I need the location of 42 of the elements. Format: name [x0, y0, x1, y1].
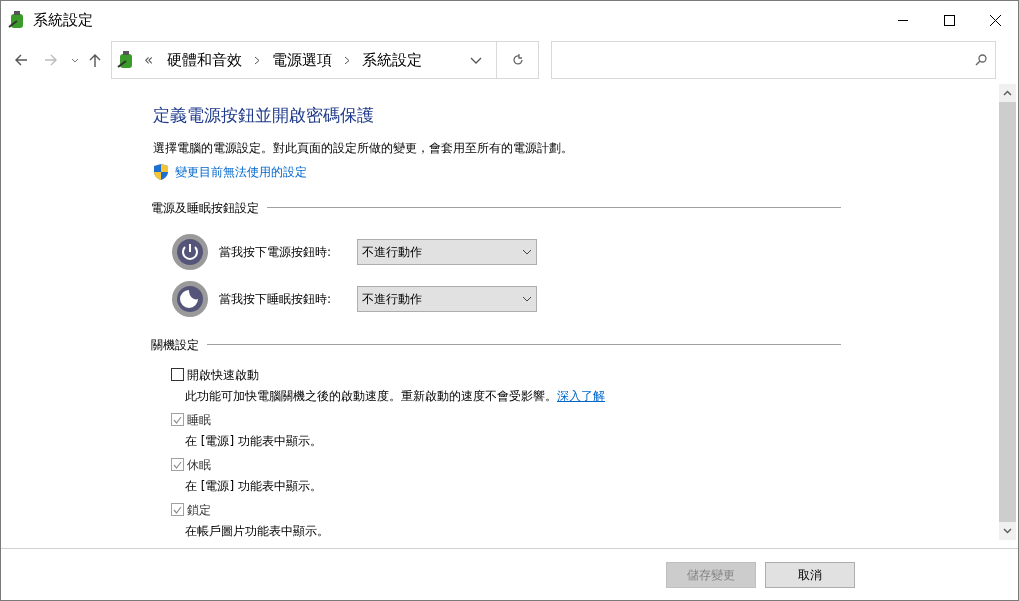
scroll-down-icon[interactable] [1003, 528, 1012, 534]
search-icon[interactable] [975, 54, 987, 66]
scroll-up-icon[interactable] [1003, 90, 1012, 96]
caret-icon [522, 248, 532, 255]
chevron-icon[interactable] [344, 55, 351, 65]
admin-settings-link[interactable]: 變更目前無法使用的設定 [175, 162, 307, 181]
option-label: 開啟快速啟動 [187, 366, 259, 384]
sleep-icon [171, 279, 209, 318]
page-heading: 定義電源按鈕並開啟密碼保護 [153, 104, 375, 127]
cancel-button[interactable]: 取消 [765, 561, 855, 588]
shield-icon [153, 162, 169, 181]
breadcrumb[interactable]: 硬體和音效 [163, 48, 247, 72]
option-label: 睡眠 [187, 411, 211, 429]
back-arrow-icon[interactable] [15, 54, 28, 66]
recent-dropdown-icon[interactable] [71, 57, 79, 63]
refresh-icon[interactable] [511, 54, 524, 66]
caret-icon [522, 295, 532, 302]
button-action-label: 當我按下電源按鈕時: [219, 243, 333, 261]
up-arrow-icon[interactable] [89, 53, 101, 67]
option-label: 鎖定 [187, 501, 211, 519]
description-text: 選擇電腦的電源設定。對此頁面的設定所做的變更，會套用至所有的電源計劃。 [153, 139, 574, 157]
dropdown-icon[interactable] [470, 56, 482, 64]
action-dropdown[interactable]: 不進行動作 [357, 285, 537, 312]
address-bar[interactable]: « 硬體和音效 電源選項 系統設定 [111, 41, 539, 79]
checkbox[interactable] [171, 368, 184, 381]
button-action-label: 當我按下睡眠按鈕時: [219, 290, 333, 308]
learn-more-link[interactable]: 深入了解 [557, 388, 605, 403]
search-field[interactable] [551, 41, 996, 79]
option-description: 在 [電源] 功能表中顯示。 [185, 433, 322, 448]
chevron-icon[interactable] [254, 55, 261, 65]
section-title: 電源及睡眠按鈕設定 [151, 199, 259, 217]
option-description: 此功能可加快電腦關機之後的啟動速度。重新啟動的速度不會受影響。 [185, 388, 557, 403]
power-icon [171, 232, 209, 271]
window-title: 系統設定 [33, 9, 93, 31]
section-title: 關機設定 [151, 336, 199, 354]
option-description: 在帳戶圖片功能表中顯示。 [185, 523, 329, 538]
breadcrumb[interactable]: 電源選項 [268, 48, 337, 72]
action-dropdown[interactable]: 不進行動作 [357, 238, 537, 265]
option-label: 休眠 [187, 456, 211, 474]
option-description: 在 [電源] 功能表中顯示。 [185, 478, 322, 493]
overflow-chevron[interactable]: « [140, 48, 158, 72]
breadcrumb[interactable]: 系統設定 [358, 48, 427, 72]
